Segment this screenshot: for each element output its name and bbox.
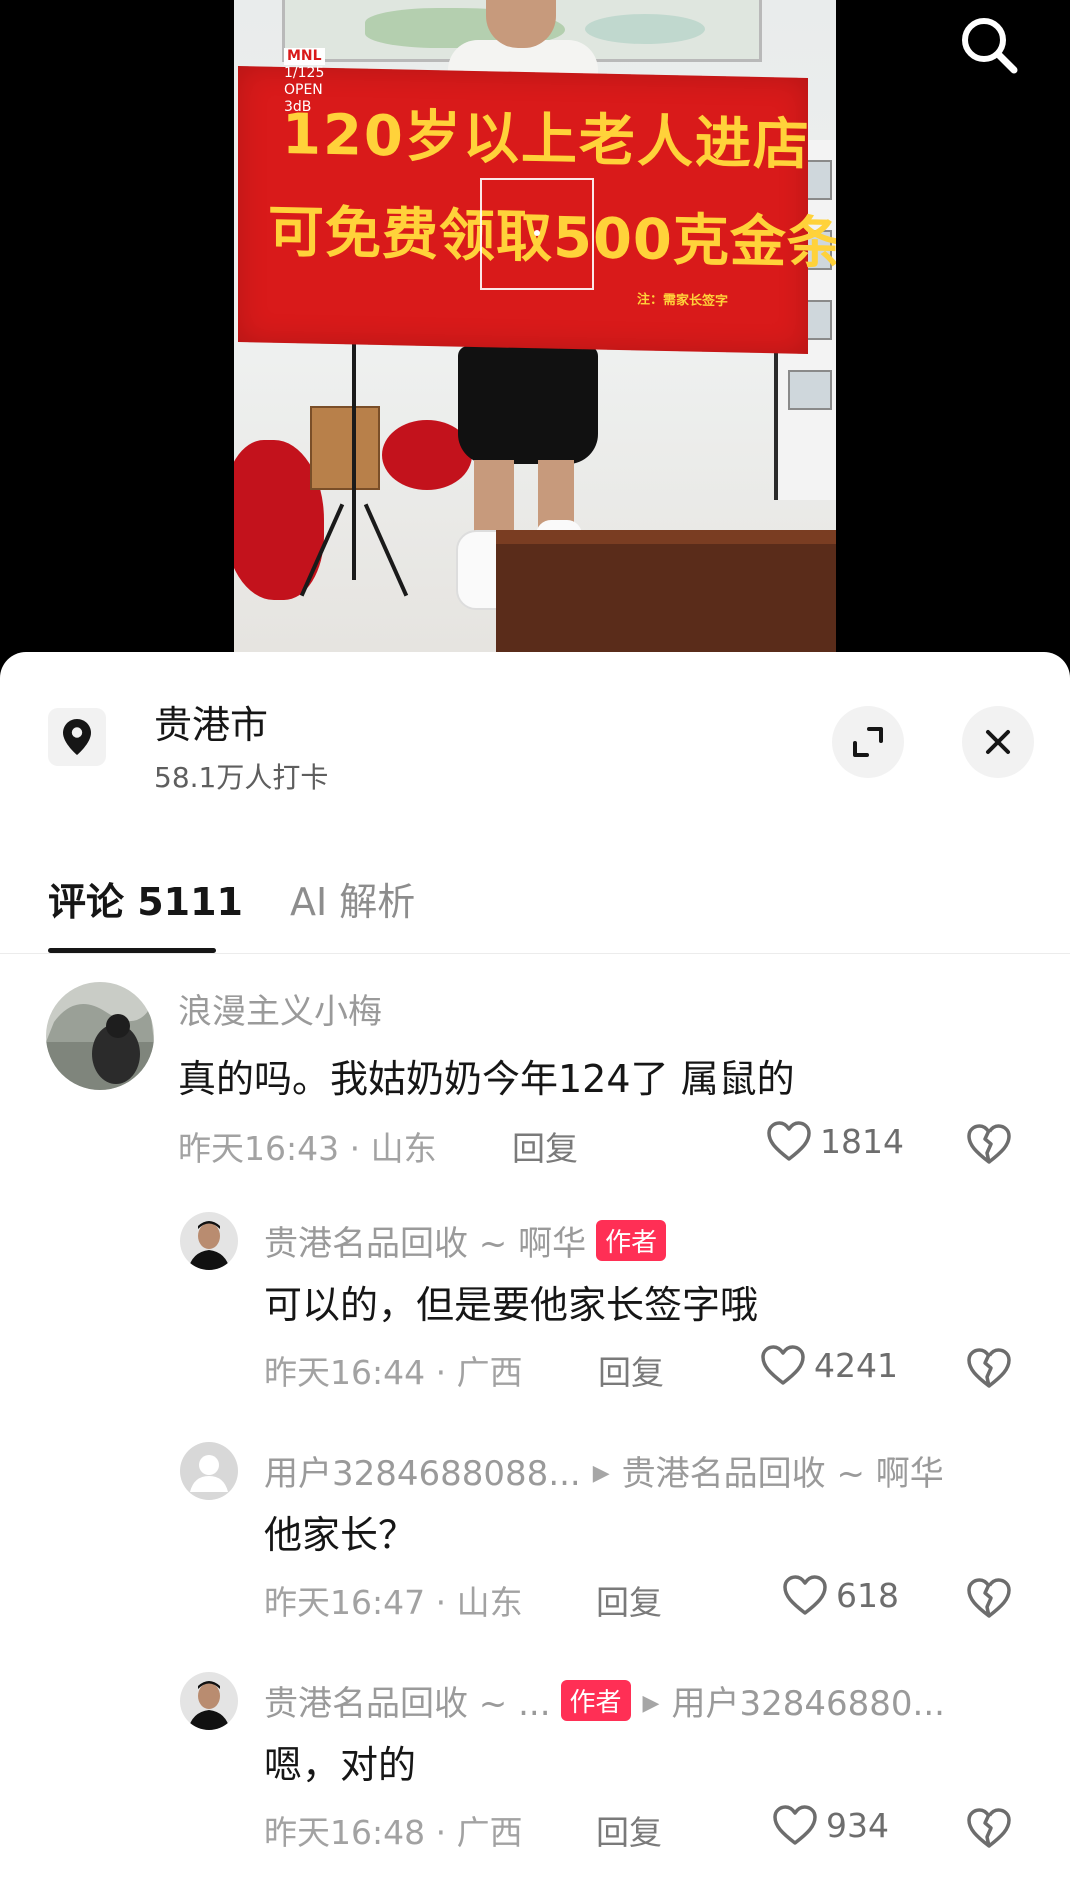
comment-username[interactable]: 贵港名品回收 ~ ... 作者 ▶ 用户32846880... xyxy=(264,1676,945,1725)
tripod xyxy=(352,340,356,580)
dislike-button[interactable] xyxy=(966,1806,1012,1852)
close-button[interactable] xyxy=(962,706,1034,778)
active-tab-indicator xyxy=(48,948,216,953)
comment-text: 嗯，对的 xyxy=(264,1743,417,1787)
dislike-button[interactable] xyxy=(966,1576,1012,1622)
comment-text: 可以的，但是要他家长签字哦 xyxy=(264,1283,759,1327)
camera-brand: MNL xyxy=(284,48,325,65)
heart-icon xyxy=(761,1345,805,1385)
tab-ai-analysis[interactable]: AI 解析 xyxy=(290,842,415,954)
video-frame: 120岁以上老人进店 可免费领取500克金条 注：需家长签字 MNL 1/125… xyxy=(234,0,836,652)
author-badge: 作者 xyxy=(560,1680,631,1721)
location-checkins: 58.1万人打卡 xyxy=(154,761,329,794)
like-button[interactable]: 4241 xyxy=(760,1344,898,1386)
comment-meta: 昨天16:48 · 广西 xyxy=(264,1813,523,1852)
reply-button[interactable]: 回复 xyxy=(596,1576,662,1624)
heart-icon xyxy=(767,1121,811,1161)
dislike-button[interactable] xyxy=(966,1346,1012,1392)
reply-arrow-icon: ▶ xyxy=(642,1691,660,1716)
location-header[interactable]: 贵港市 58.1万人打卡 xyxy=(0,652,1070,832)
avatar[interactable] xyxy=(180,1672,238,1730)
like-count: 4241 xyxy=(814,1345,898,1385)
broken-heart-icon xyxy=(967,1124,1011,1164)
like-button[interactable]: 618 xyxy=(782,1574,899,1616)
banner-line-1: 120岁以上老人进店 xyxy=(282,101,811,179)
search-icon[interactable] xyxy=(954,10,1024,80)
camera-aperture: OPEN xyxy=(284,82,323,98)
heart-icon xyxy=(783,1575,827,1615)
comment-username[interactable]: 浪漫主义小梅 xyxy=(178,984,382,1033)
avatar[interactable] xyxy=(180,1212,238,1270)
reply-arrow-icon: ▶ xyxy=(592,1461,610,1486)
comment-username[interactable]: 用户3284688088... ▶ 贵港名品回收 ~ 啊华 xyxy=(264,1446,944,1495)
comment-meta: 昨天16:43 · 山东 xyxy=(178,1129,437,1168)
gift-box xyxy=(310,406,380,490)
comments-sheet: 贵港市 58.1万人打卡 评论 5111 AI 解析 浪漫主义小梅 真的吗。我姑… xyxy=(0,652,1070,1894)
reply-to-username[interactable]: 用户32846880... xyxy=(671,1684,944,1724)
comment-username[interactable]: 贵港名品回收 ~ 啊华 作者 xyxy=(264,1216,667,1265)
reply-button[interactable]: 回复 xyxy=(598,1346,664,1394)
tab-comments[interactable]: 评论 5111 xyxy=(48,842,243,954)
broken-heart-icon xyxy=(967,1348,1011,1388)
person-shorts xyxy=(458,346,598,464)
banner-note: 注：需家长签字 xyxy=(636,292,728,310)
expand-icon xyxy=(853,727,883,757)
like-count: 934 xyxy=(826,1805,889,1845)
wooden-table xyxy=(496,530,836,652)
reply-to-username[interactable]: 贵港名品回收 ~ 啊华 xyxy=(622,1454,944,1494)
location-name: 贵港市 xyxy=(154,703,269,747)
like-count: 1814 xyxy=(820,1121,904,1161)
broken-heart-icon xyxy=(967,1578,1011,1618)
heart-icon xyxy=(773,1805,817,1845)
video-player[interactable]: 120岁以上老人进店 可免费领取500克金条 注：需家长签字 MNL 1/125… xyxy=(0,0,1070,680)
camera-gain: 3dB xyxy=(284,99,312,115)
comment-text: 他家长？ xyxy=(264,1513,417,1557)
expand-button[interactable] xyxy=(832,706,904,778)
avatar[interactable] xyxy=(46,982,154,1090)
comment-meta: 昨天16:44 · 广西 xyxy=(264,1353,523,1392)
focus-frame xyxy=(480,178,594,290)
location-pin-icon xyxy=(48,708,106,766)
reply-button[interactable]: 回复 xyxy=(512,1122,578,1170)
author-badge: 作者 xyxy=(596,1220,667,1261)
broken-heart-icon xyxy=(967,1808,1011,1848)
avatar[interactable] xyxy=(180,1442,238,1500)
like-button[interactable]: 1814 xyxy=(766,1120,904,1162)
dislike-button[interactable] xyxy=(966,1122,1012,1168)
like-count: 618 xyxy=(836,1575,899,1615)
reply-button[interactable]: 回复 xyxy=(596,1806,662,1854)
camera-shutter: 1/125 xyxy=(284,65,325,81)
camera-overlay: MNL 1/125 OPEN 3dB xyxy=(284,48,325,116)
close-icon xyxy=(986,730,1010,754)
like-button[interactable]: 934 xyxy=(772,1804,889,1846)
tab-bar: 评论 5111 AI 解析 xyxy=(0,842,1070,954)
comment-text: 真的吗。我姑奶奶今年124了 属鼠的 xyxy=(178,1057,795,1101)
comment-meta: 昨天16:47 · 山东 xyxy=(264,1583,523,1622)
